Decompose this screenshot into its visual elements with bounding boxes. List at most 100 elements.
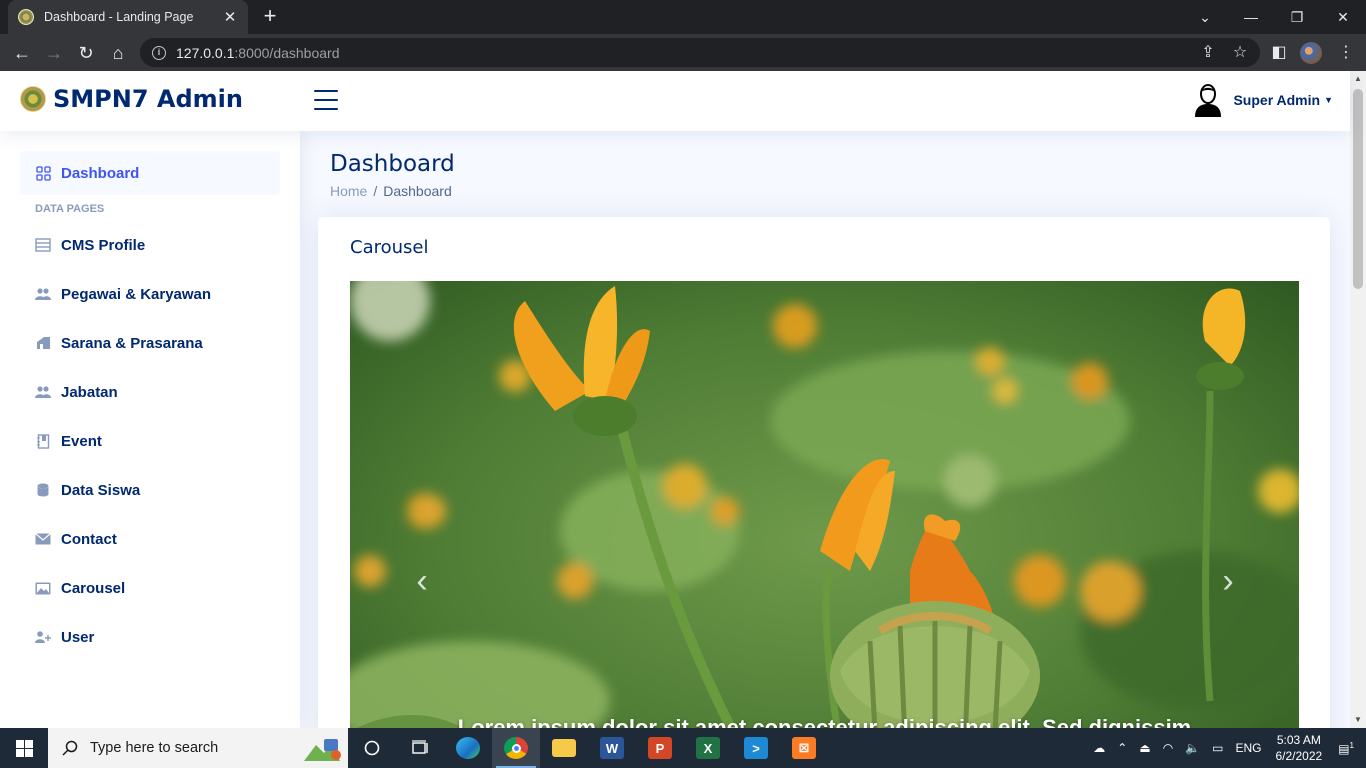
notification-count: 1 — [1349, 740, 1354, 750]
carousel-caption: Lorem ipsum dolor sit amet consectetur a… — [457, 715, 1192, 728]
home-button[interactable]: ⌂ — [104, 39, 132, 67]
sidebar-item-contact[interactable]: Contact — [20, 517, 280, 561]
reload-button[interactable]: ↻ — [72, 39, 100, 67]
sidebar: Dashboard DATA PAGES CMS Profile Pegawai… — [0, 131, 300, 728]
breadcrumb-current: Dashboard — [383, 183, 452, 199]
brand-name: SMPN7 Admin — [53, 85, 243, 113]
notifications-icon[interactable]: ▤1 — [1338, 741, 1354, 756]
usb-icon[interactable]: ⏏ — [1139, 741, 1150, 755]
taskbar-clock[interactable]: 5:03 AM 6/2/2022 — [1275, 732, 1322, 764]
carousel-prev-button[interactable]: ‹ — [402, 561, 442, 601]
sidebar-item-cms-profile[interactable]: CMS Profile — [20, 223, 280, 267]
sidebar-item-dashboard[interactable]: Dashboard — [20, 151, 280, 195]
user-menu[interactable]: Super Admin ▼ — [1193, 83, 1333, 117]
browser-tab-bar: Dashboard - Landing Page ✕ + ⌄ — ❐ ✕ — [0, 0, 1366, 34]
forward-button[interactable]: → — [40, 39, 68, 67]
address-bar[interactable]: i 127.0.0.1:8000/dashboard — [140, 38, 1260, 67]
journal-icon — [35, 433, 51, 449]
app-header: SMPN7 Admin Super Admin ▼ — [0, 71, 1350, 131]
sidebar-item-label: Pegawai & Karyawan — [61, 285, 212, 303]
scrollbar-thumb[interactable] — [1353, 89, 1363, 289]
weather-icon[interactable]: ☁ — [1093, 741, 1105, 755]
show-hidden-icons-icon[interactable]: ⌃ — [1117, 741, 1127, 755]
profile-avatar[interactable] — [1300, 42, 1322, 64]
scroll-up-icon[interactable]: ▲ — [1350, 71, 1366, 87]
word-app-icon[interactable]: W — [588, 728, 636, 768]
file-explorer-icon[interactable] — [540, 728, 588, 768]
sidebar-item-pegawai[interactable]: Pegawai & Karyawan — [20, 272, 280, 316]
site-info-icon[interactable]: i — [152, 45, 166, 60]
sidebar-item-label: User — [61, 628, 95, 646]
sidebar-section-heading: DATA PAGES — [35, 203, 105, 215]
person-plus-icon — [35, 629, 51, 645]
image-carousel[interactable]: ‹ › Lorem ipsum dolor sit amet consectet… — [350, 281, 1299, 728]
sidebar-item-carousel[interactable]: Carousel — [20, 566, 280, 610]
scroll-down-icon[interactable]: ▼ — [1350, 712, 1366, 728]
toggle-sidebar-button[interactable] — [314, 90, 338, 112]
os-taskbar: Type here to search W P X > ⊠ ☁ ⌃ ⏏ ◠ 🔈 … — [0, 728, 1366, 768]
database-icon — [35, 482, 51, 498]
wifi-icon[interactable]: ◠ — [1163, 741, 1173, 755]
close-window-button[interactable]: ✕ — [1320, 0, 1366, 34]
sidebar-item-data-siswa[interactable]: Data Siswa — [20, 468, 280, 512]
close-tab-icon[interactable]: ✕ — [222, 8, 238, 26]
browser-toolbar: ← → ↻ ⌂ i 127.0.0.1:8000/dashboard ⇪ ☆ ◧… — [0, 34, 1366, 71]
new-tab-button[interactable]: + — [258, 5, 282, 29]
excel-app-icon[interactable]: X — [684, 728, 732, 768]
powerpoint-app-icon[interactable]: P — [636, 728, 684, 768]
school-emblem-icon — [20, 86, 46, 112]
page-scrollbar[interactable]: ▲ ▼ — [1350, 71, 1366, 728]
sidebar-item-event[interactable]: Event — [20, 419, 280, 463]
user-name: Super Admin — [1233, 92, 1321, 108]
minimize-button[interactable]: — — [1228, 0, 1274, 34]
building-icon — [35, 335, 51, 351]
people-icon — [35, 286, 51, 302]
bookmark-star-icon[interactable]: ☆ — [1226, 38, 1254, 66]
envelope-icon — [35, 531, 51, 547]
sidebar-item-label: Sarana & Prasarana — [61, 334, 203, 352]
tab-search-icon[interactable]: ⌄ — [1182, 0, 1228, 34]
card-title: Carousel — [350, 237, 429, 258]
search-icon — [62, 740, 78, 756]
side-panel-icon[interactable]: ◧ — [1265, 38, 1293, 66]
sidebar-item-sarana[interactable]: Sarana & Prasarana — [20, 321, 280, 365]
carousel-next-button[interactable]: › — [1208, 561, 1248, 601]
edge-app-icon[interactable] — [444, 728, 492, 768]
browser-menu-icon[interactable]: ⋮ — [1332, 38, 1360, 66]
xampp-app-icon[interactable]: ⊠ — [780, 728, 828, 768]
sidebar-item-jabatan[interactable]: Jabatan — [20, 370, 280, 414]
search-highlight-icon — [304, 739, 341, 761]
share-icon[interactable]: ⇪ — [1194, 38, 1222, 66]
browser-tab[interactable]: Dashboard - Landing Page ✕ — [8, 0, 248, 34]
vscode-app-icon[interactable]: > — [732, 728, 780, 768]
carousel-slide-image — [350, 281, 1299, 728]
chrome-app-icon[interactable] — [492, 728, 540, 768]
language-indicator[interactable]: ENG — [1235, 741, 1261, 755]
site-favicon-icon — [18, 9, 34, 25]
volume-icon[interactable]: 🔈 — [1185, 741, 1200, 755]
widgets-button[interactable] — [396, 728, 444, 768]
image-icon — [35, 580, 51, 596]
breadcrumb: Home / Dashboard — [330, 183, 452, 199]
user-avatar-icon — [1195, 84, 1222, 117]
clock-time: 5:03 AM — [1276, 733, 1321, 747]
carousel-card: Carousel ‹ › Lorem ipsum dolor sit amet … — [318, 217, 1330, 728]
restore-button[interactable]: ❐ — [1274, 0, 1320, 34]
task-view-button[interactable] — [348, 728, 396, 768]
windows-start-button[interactable] — [0, 728, 48, 768]
sidebar-item-label: Dashboard — [61, 164, 140, 182]
sidebar-item-user[interactable]: User — [20, 615, 280, 659]
back-button[interactable]: ← — [8, 39, 36, 67]
sidebar-item-label: CMS Profile — [61, 236, 146, 254]
taskbar-search-box[interactable]: Type here to search — [48, 728, 348, 768]
layout-icon — [35, 237, 51, 253]
sidebar-item-label: Contact — [61, 530, 117, 548]
chevron-down-icon: ▼ — [1324, 95, 1333, 105]
breadcrumb-home-link[interactable]: Home — [330, 183, 367, 199]
battery-icon[interactable]: ▭ — [1212, 741, 1223, 755]
tab-title: Dashboard - Landing Page — [44, 10, 194, 24]
grid-icon — [35, 165, 51, 181]
windows-logo-icon — [15, 739, 33, 757]
url-host: 127.0.0.1 — [176, 44, 235, 61]
brand-logo[interactable]: SMPN7 Admin — [20, 85, 243, 113]
